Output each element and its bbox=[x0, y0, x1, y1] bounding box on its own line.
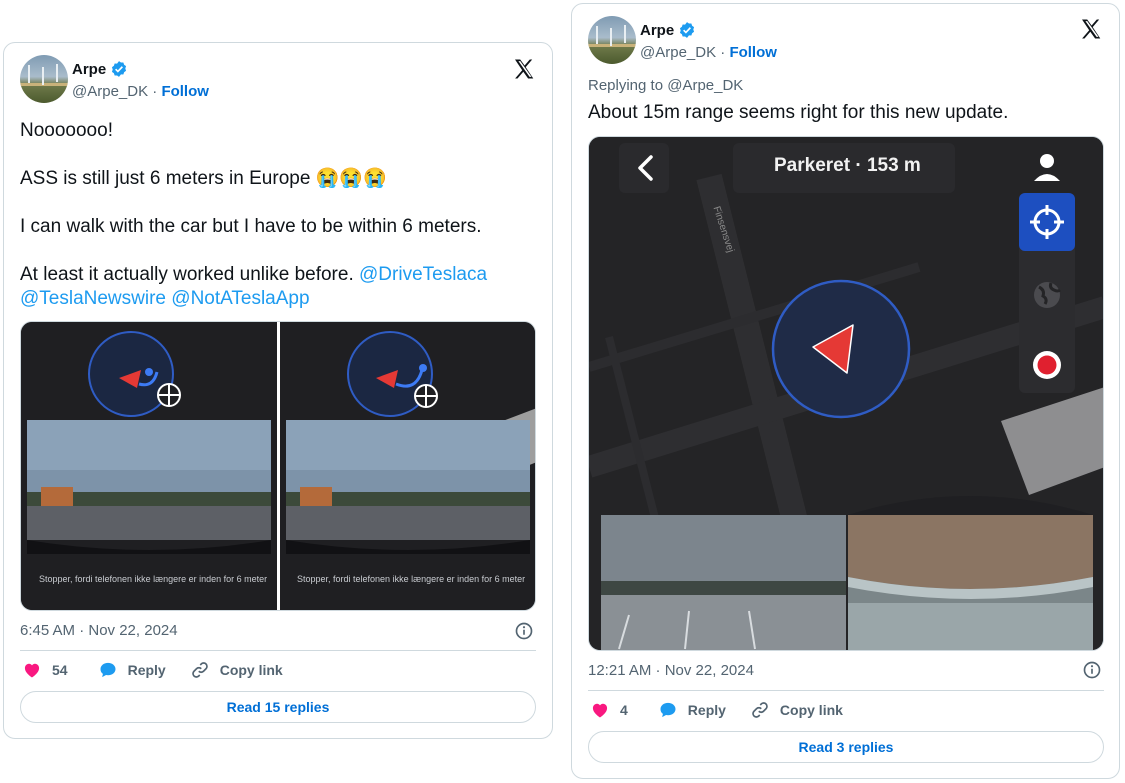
author-name-row: Arpe bbox=[640, 21, 696, 39]
link-icon bbox=[752, 702, 768, 718]
tweet-card-1: Arpe @Arpe_DK · Follow Nooooooo! ASS is … bbox=[3, 42, 553, 739]
follow-button[interactable]: Follow bbox=[161, 83, 209, 100]
media-caption-left: Stopper, fordi telefonen ikke længere er… bbox=[39, 574, 268, 584]
tweet-media-image[interactable]: Parkeret · 153 m Finsensvej bbox=[588, 136, 1104, 651]
action-bar: 4 Reply Copy link bbox=[590, 700, 867, 720]
x-logo-icon[interactable] bbox=[512, 57, 536, 81]
author-handle[interactable]: @Arpe_DK bbox=[640, 44, 716, 61]
tweet-card-2: Arpe @Arpe_DK · Follow Replying to @Arpe… bbox=[571, 3, 1120, 779]
user-icon[interactable] bbox=[1017, 143, 1077, 193]
author-name-row: Arpe bbox=[72, 60, 128, 78]
reply-bubble-icon bbox=[660, 702, 676, 718]
info-icon[interactable] bbox=[1082, 660, 1102, 680]
tweet-timestamp[interactable]: 12:21 AM · Nov 22, 2024 bbox=[588, 662, 754, 679]
like-count: 4 bbox=[620, 702, 628, 718]
copy-link-label: Copy link bbox=[779, 702, 843, 718]
read-replies-button[interactable]: Read 15 replies bbox=[20, 691, 536, 723]
tweet-text-line-5: @TeslaNewswire @NotATeslaApp bbox=[20, 287, 310, 311]
tweet-timestamp[interactable]: 6:45 AM · Nov 22, 2024 bbox=[20, 622, 178, 639]
reply-label: Reply bbox=[127, 662, 166, 678]
media-caption-right: Stopper, fordi telefonen ikke længere er… bbox=[297, 574, 526, 584]
verified-badge-icon bbox=[680, 22, 695, 38]
avatar[interactable] bbox=[588, 16, 636, 64]
author-handle-row: @Arpe_DK · Follow bbox=[72, 83, 209, 100]
verified-badge-icon bbox=[112, 61, 127, 77]
heart-icon bbox=[24, 663, 40, 678]
tweet-text-segment: At least it actually worked unlike befor… bbox=[20, 264, 360, 285]
tweet-text-line-1: Nooooooo! bbox=[20, 120, 113, 141]
reply-label: Reply bbox=[687, 702, 726, 718]
record-icon[interactable] bbox=[1019, 341, 1075, 391]
mention-link[interactable]: @NotATeslaApp bbox=[171, 288, 309, 309]
author-name[interactable]: Arpe bbox=[640, 22, 674, 39]
divider bbox=[588, 690, 1104, 691]
reply-button[interactable]: Reply bbox=[658, 700, 726, 720]
tweet-text-line-4: At least it actually worked unlike befor… bbox=[20, 263, 487, 287]
copy-link-button[interactable]: Copy link bbox=[190, 660, 283, 680]
author-name[interactable]: Arpe bbox=[72, 61, 106, 78]
replying-to[interactable]: Replying to @Arpe_DK bbox=[588, 77, 743, 94]
tweet-text-line-3: I can walk with the car but I have to be… bbox=[20, 216, 482, 237]
link-icon bbox=[191, 662, 208, 678]
author-handle[interactable]: @Arpe_DK bbox=[72, 83, 148, 100]
action-bar: 54 Reply Copy link bbox=[22, 660, 307, 680]
media-image-left[interactable] bbox=[21, 322, 277, 611]
tweet-text-line-2: ASS is still just 6 meters in Europe 😭😭😭 bbox=[20, 168, 387, 189]
reply-bubble-icon bbox=[100, 662, 116, 678]
chevron-left-icon[interactable] bbox=[617, 143, 669, 195]
tweet-media-grid[interactable]: Stopper, fordi telefonen ikke længere er… bbox=[20, 321, 536, 611]
follow-button[interactable]: Follow bbox=[729, 44, 777, 61]
copy-link-label: Copy link bbox=[219, 662, 283, 678]
mention-link[interactable]: @TeslaNewswire bbox=[20, 288, 166, 309]
like-button[interactable]: 54 bbox=[22, 660, 68, 680]
like-button[interactable]: 4 bbox=[590, 700, 628, 720]
x-logo-icon[interactable] bbox=[1079, 17, 1103, 41]
map-title: Parkeret · 153 m bbox=[774, 155, 921, 176]
globe-icon[interactable] bbox=[1019, 271, 1075, 321]
like-count: 54 bbox=[52, 662, 68, 678]
info-icon[interactable] bbox=[514, 621, 534, 641]
separator-dot: · bbox=[152, 83, 158, 100]
copy-link-button[interactable]: Copy link bbox=[750, 700, 843, 720]
reply-button[interactable]: Reply bbox=[98, 660, 166, 680]
media-image-right[interactable] bbox=[280, 322, 536, 611]
avatar[interactable] bbox=[20, 55, 68, 103]
author-handle-row: @Arpe_DK · Follow bbox=[640, 44, 777, 61]
separator-dot: · bbox=[720, 44, 726, 61]
read-replies-button[interactable]: Read 3 replies bbox=[588, 731, 1104, 763]
mention-link[interactable]: @DriveTeslaca bbox=[359, 264, 487, 285]
crosshair-icon[interactable] bbox=[1019, 193, 1075, 251]
divider bbox=[20, 650, 536, 651]
tweet-text: About 15m range seems right for this new… bbox=[588, 102, 1009, 123]
heart-icon bbox=[592, 703, 608, 718]
